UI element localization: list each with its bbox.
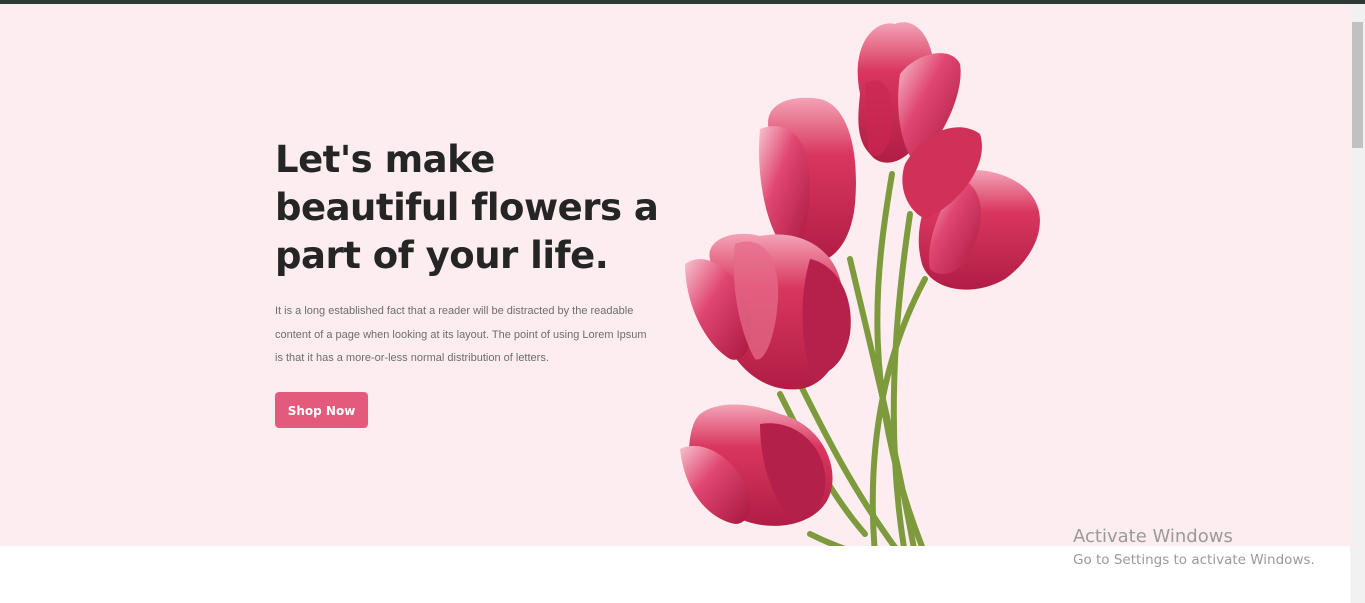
hero-title-line-2: beautiful flowers a [275, 186, 659, 229]
tulip-bouquet-image [680, 22, 1040, 546]
scrollbar[interactable] [1350, 4, 1365, 603]
activate-windows-watermark: Activate Windows Go to Settings to activ… [1073, 526, 1315, 570]
hero-section: Let's make beautiful flowers a part of y… [0, 4, 1350, 546]
activate-windows-subtitle: Go to Settings to activate Windows. [1073, 552, 1315, 568]
hero-title: Let's make beautiful flowers a part of y… [275, 136, 665, 280]
activate-windows-title: Activate Windows [1073, 526, 1233, 547]
shop-now-button[interactable]: Shop Now [275, 391, 368, 428]
hero-content: Let's make beautiful flowers a part of y… [275, 136, 665, 428]
hero-title-line-1: Let's make [275, 138, 495, 181]
scrollbar-thumb[interactable] [1352, 22, 1363, 148]
hero-title-line-3: part of your life. [275, 234, 609, 277]
hero-description: It is a long established fact that a rea… [275, 305, 647, 364]
